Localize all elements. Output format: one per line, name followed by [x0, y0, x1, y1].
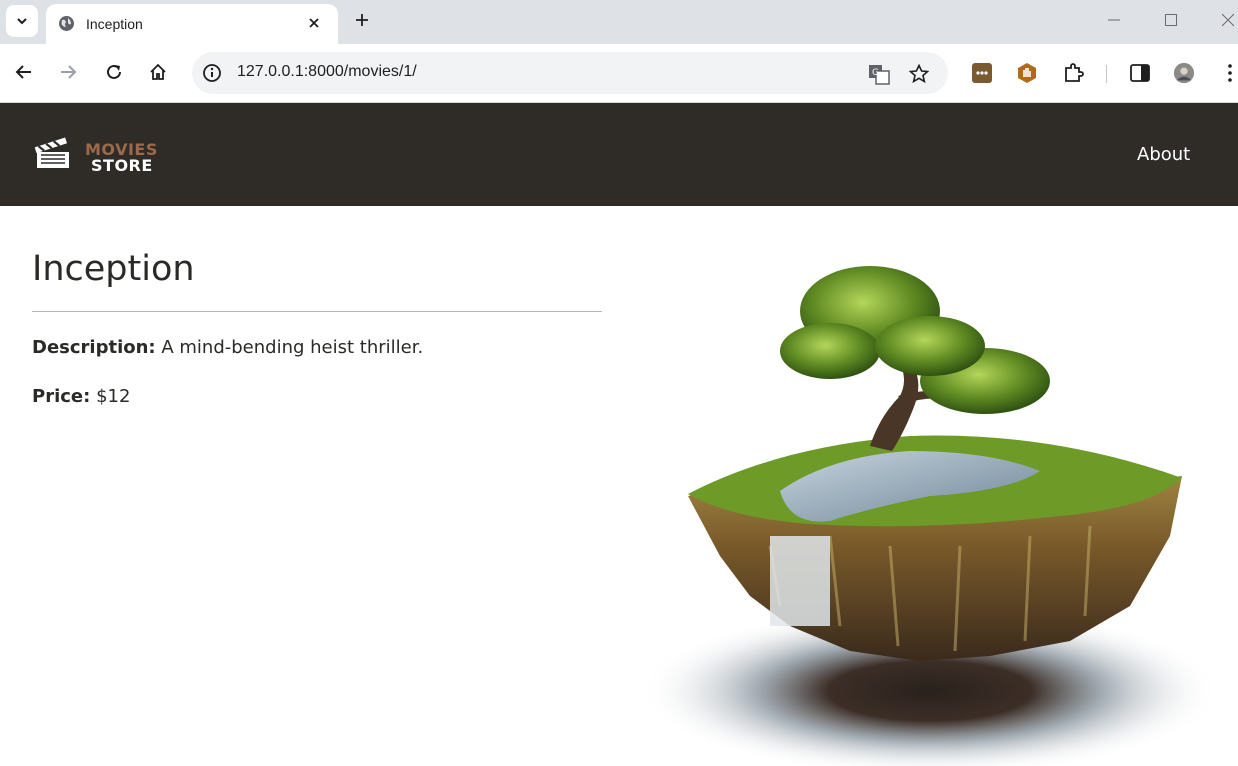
minimize-button[interactable]: [1101, 8, 1127, 32]
description-line: Description: A mind-bending heist thrill…: [32, 337, 423, 358]
plus-icon: [356, 14, 368, 26]
new-tab-button[interactable]: [350, 8, 374, 32]
reload-button[interactable]: [100, 58, 128, 86]
home-button[interactable]: [144, 58, 172, 86]
hand-extension-button[interactable]: [1016, 62, 1038, 84]
forward-button[interactable]: [54, 58, 82, 86]
close-icon: [309, 18, 319, 28]
home-icon: [150, 63, 166, 80]
active-tab[interactable]: Inception: [46, 4, 338, 44]
clapperboard-icon: [34, 137, 69, 168]
arrow-left-icon: [15, 65, 31, 79]
movie-poster-image: [640, 266, 1220, 766]
tab-close-button[interactable]: [304, 13, 324, 33]
kebab-menu-icon: [1228, 64, 1232, 82]
window-close-button[interactable]: [1215, 8, 1238, 32]
url-text[interactable]: 127.0.0.1:8000/movies/1/: [237, 63, 417, 81]
back-button[interactable]: [10, 58, 38, 86]
movie-detail: Inception Description: A mind-bending he…: [0, 206, 1238, 766]
menu-extension-button[interactable]: [971, 62, 993, 84]
menu-extension-icon: [972, 63, 992, 83]
star-icon: [909, 64, 929, 84]
globe-icon: [59, 16, 74, 31]
side-panel-button[interactable]: [1129, 62, 1151, 84]
description-value: A mind-bending heist thriller.: [161, 337, 424, 358]
price-value: $12: [96, 386, 131, 407]
tab-strip: Inception: [0, 0, 1238, 44]
svg-text:G: G: [872, 68, 879, 78]
translate-icon: G: [869, 65, 890, 85]
toolbar-divider: [1106, 65, 1107, 83]
maximize-icon: [1165, 14, 1177, 26]
site-navbar: MOVIES STORE About: [0, 103, 1238, 206]
arrow-right-icon: [61, 65, 77, 79]
translate-button[interactable]: G: [868, 63, 890, 85]
logo-text-bottom: STORE: [91, 156, 153, 175]
minimize-icon: [1108, 19, 1120, 21]
bookmark-button[interactable]: [908, 63, 930, 85]
maximize-button[interactable]: [1158, 8, 1184, 32]
info-icon[interactable]: [202, 63, 222, 83]
reload-icon: [107, 64, 121, 79]
tab-title: Inception: [86, 16, 143, 32]
browser-toolbar: 127.0.0.1:8000/movies/1/ G: [0, 44, 1238, 103]
hand-extension-icon: [1018, 63, 1036, 83]
avatar: [1173, 62, 1195, 84]
side-panel-icon: [1130, 64, 1150, 82]
page-title: Inception: [32, 249, 195, 289]
close-icon: [1221, 13, 1235, 27]
price-label: Price:: [32, 386, 91, 407]
site-logo[interactable]: MOVIES STORE: [33, 132, 173, 178]
extensions-button[interactable]: [1062, 62, 1084, 84]
price-line: Price: $12: [32, 386, 130, 407]
title-divider: [32, 311, 602, 312]
nav-link-about[interactable]: About: [1137, 144, 1190, 165]
chevron-down-icon: [17, 18, 27, 25]
tab-search-button[interactable]: [6, 5, 38, 37]
browser-menu-button[interactable]: [1219, 62, 1238, 84]
puzzle-icon: [1065, 63, 1084, 82]
address-bar[interactable]: 127.0.0.1:8000/movies/1/ G: [192, 52, 948, 94]
profile-button[interactable]: [1173, 62, 1195, 84]
description-label: Description:: [32, 337, 156, 358]
